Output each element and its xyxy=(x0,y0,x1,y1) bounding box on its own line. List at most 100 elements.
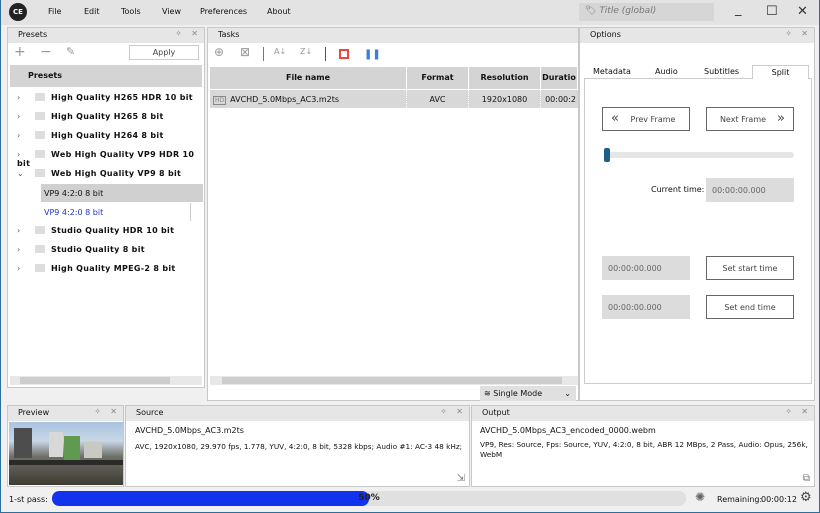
close-icon[interactable]: ✕ xyxy=(110,407,117,416)
open-external-icon[interactable]: ⧉ xyxy=(803,473,810,484)
title-placeholder: Title (global) xyxy=(599,6,657,16)
menu-preferences[interactable]: Preferences xyxy=(200,7,247,16)
presets-column-header[interactable]: Presets xyxy=(10,65,202,87)
chevron-right-icon: » xyxy=(777,111,785,126)
chevron-down-icon: ⌄ xyxy=(564,389,571,398)
preset-group[interactable]: › High Quality H264 8 bit xyxy=(17,127,164,145)
start-time-field[interactable]: 00:00:00.000 xyxy=(602,256,690,280)
tab-metadata[interactable]: Metadata xyxy=(593,67,631,76)
options-title: Options xyxy=(590,30,621,39)
col-resolution[interactable]: Resolution xyxy=(469,67,541,89)
source-header: Source ✧ ✕ xyxy=(126,406,469,421)
remove-task-icon[interactable]: ⊠ xyxy=(240,45,250,59)
prev-frame-label: Prev Frame xyxy=(630,115,676,124)
table-row[interactable]: HD AVCHD_5.0Mbps_AC3.m2ts AVC 1920x1080 0… xyxy=(210,90,578,108)
output-file-name: AVCHD_5.0Mbps_AC3_encoded_0000.webm xyxy=(480,426,656,435)
tab-subtitles[interactable]: Subtitles xyxy=(704,67,739,76)
preset-group[interactable]: › High Quality H265 HDR 10 bit xyxy=(17,89,193,107)
mode-select[interactable]: ≋ Single Mode ⌄ xyxy=(480,386,576,401)
horizontal-scrollbar[interactable] xyxy=(10,376,202,385)
pin-icon[interactable]: ✧ xyxy=(175,29,182,38)
source-info: AVC, 1920x1080, 29.970 fps, 1.778, YUV, … xyxy=(135,442,463,451)
pin-icon[interactable]: ✧ xyxy=(785,407,792,416)
source-panel: Source ✧ ✕ AVCHD_5.0Mbps_AC3.m2ts AVC, 192… xyxy=(125,405,470,487)
close-icon[interactable]: ✕ xyxy=(456,407,463,416)
chevron-right-icon: › xyxy=(17,226,21,235)
chevron-right-icon: › xyxy=(17,131,21,140)
title-input[interactable]: 🏷 Title (global) xyxy=(579,3,714,21)
output-header: Output ✧ ✕ xyxy=(472,406,814,421)
tab-audio[interactable]: Audio xyxy=(655,67,678,76)
menu-about[interactable]: About xyxy=(267,7,291,16)
col-format[interactable]: Format xyxy=(407,67,469,89)
stop-icon[interactable] xyxy=(339,49,349,59)
tasks-header: Tasks xyxy=(208,28,578,43)
preset-group[interactable]: › High Quality MPEG-2 8 bit xyxy=(17,260,176,278)
edit-pencil-icon[interactable]: ✎ xyxy=(66,45,75,58)
close-window-button[interactable]: ✕ xyxy=(797,4,808,19)
menu-view[interactable]: View xyxy=(162,7,181,16)
current-time-label: Current time: xyxy=(651,185,705,194)
slider-handle[interactable] xyxy=(604,148,610,162)
pin-icon[interactable]: ✧ xyxy=(94,407,101,416)
progress-text: 50% xyxy=(358,493,380,503)
preset-label: Studio Quality 8 bit xyxy=(51,245,145,254)
maximize-button[interactable]: ☐ xyxy=(766,4,778,19)
minimize-button[interactable]: _ xyxy=(735,2,742,17)
sort-az-icon[interactable]: A↓ xyxy=(274,47,286,56)
preset-group[interactable]: › Web High Quality VP9 HDR 10 bit xyxy=(17,146,204,168)
col-file-name[interactable]: File name xyxy=(210,67,407,89)
video-preview-image xyxy=(9,422,123,485)
tag-icon: 🏷 xyxy=(585,6,597,16)
remaining-label: Remaining: xyxy=(717,495,763,504)
set-start-time-button[interactable]: Set start time xyxy=(706,256,794,280)
preset-item[interactable]: VP9 4:2:0 8 bit xyxy=(41,203,191,221)
set-end-time-button[interactable]: Set end time xyxy=(706,295,794,319)
preset-group[interactable]: › Studio Quality 8 bit xyxy=(17,241,145,259)
source-title: Source xyxy=(136,408,164,417)
close-icon[interactable]: ✕ xyxy=(801,407,808,416)
next-frame-button[interactable]: Next Frame » xyxy=(706,107,794,131)
pass-label: 1-st pass: xyxy=(9,495,48,504)
close-icon[interactable]: ✕ xyxy=(191,29,198,38)
gear-icon[interactable]: ⚙ xyxy=(800,490,812,505)
preset-group[interactable]: ⌄ Web High Quality VP9 8 bit xyxy=(17,165,181,183)
tab-split[interactable]: Split xyxy=(752,65,809,79)
remaining-time: 00:00:12 xyxy=(761,495,797,504)
menu-bar: CE File Edit Tools View Preferences Abou… xyxy=(1,0,819,25)
folder-icon xyxy=(35,226,45,234)
sort-za-icon[interactable]: Z↓ xyxy=(300,47,312,56)
chevron-right-icon: › xyxy=(17,112,21,121)
preset-group[interactable]: › High Quality H265 8 bit xyxy=(17,108,164,126)
add-preset-button[interactable]: + xyxy=(14,44,26,60)
duration: 00:00:2 xyxy=(541,90,578,108)
format: AVC xyxy=(407,90,469,108)
add-task-icon[interactable]: ⊕ xyxy=(214,45,224,59)
close-icon[interactable]: ✕ xyxy=(801,29,808,38)
output-title: Output xyxy=(482,408,510,417)
tasks-panel: Tasks ⊕ ⊠ A↓ Z↓ ❚❚ File name Format Reso… xyxy=(207,27,579,401)
col-duration[interactable]: Duratio xyxy=(541,67,578,89)
prev-frame-button[interactable]: « Prev Frame xyxy=(602,107,690,131)
horizontal-scrollbar[interactable] xyxy=(210,376,578,385)
menu-tools[interactable]: Tools xyxy=(121,7,141,16)
expand-icon[interactable]: ⇲ xyxy=(457,473,465,484)
split-tab-content: « Prev Frame Next Frame » Current time: 00… xyxy=(584,78,812,384)
end-time-field[interactable]: 00:00:00.000 xyxy=(602,295,690,319)
menu-file[interactable]: File xyxy=(48,7,61,16)
next-frame-label: Next Frame xyxy=(719,115,767,124)
remove-preset-button[interactable]: − xyxy=(40,44,52,60)
tasks-table-header: File name Format Resolution Duratio xyxy=(210,67,578,89)
preview-header: Preview ✧ ✕ xyxy=(8,406,123,421)
pause-icon[interactable]: ❚❚ xyxy=(364,49,381,60)
pin-icon[interactable]: ✧ xyxy=(440,407,447,416)
frame-slider[interactable] xyxy=(604,148,794,162)
preset-item-selected[interactable]: VP9 4:2:0 8 bit xyxy=(41,184,203,202)
apply-button[interactable]: Apply xyxy=(129,45,199,60)
presets-panel: Presets ✧ ✕ + − ✎ Apply Presets › High Qual… xyxy=(7,27,205,388)
preset-group[interactable]: › Studio Quality HDR 10 bit xyxy=(17,222,174,240)
spinner-icon: ✺ xyxy=(695,490,706,504)
menu-edit[interactable]: Edit xyxy=(84,7,100,16)
preset-label: High Quality H265 8 bit xyxy=(51,112,164,121)
pin-icon[interactable]: ✧ xyxy=(785,29,792,38)
